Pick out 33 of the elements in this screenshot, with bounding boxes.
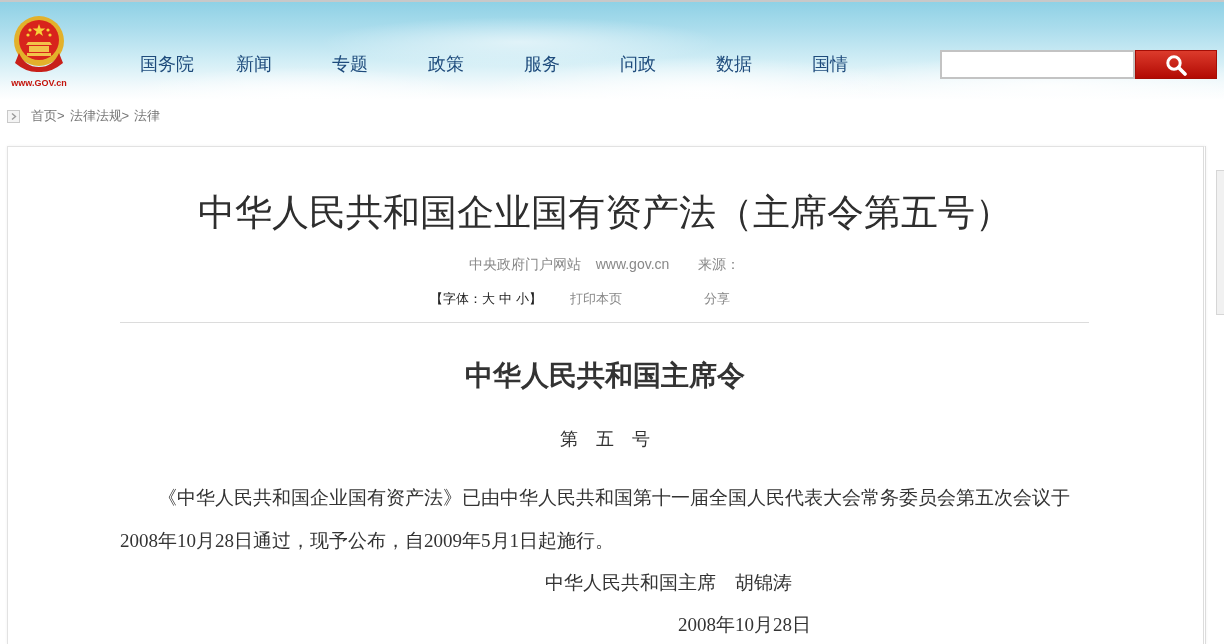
font-size-label: 【字体：	[429, 290, 482, 308]
search-field[interactable]	[940, 50, 1135, 79]
nav-link[interactable]: 数据	[716, 52, 752, 76]
font-size-link[interactable]: 小	[515, 289, 529, 309]
logo-text[interactable]: www.GOV.cn	[11, 78, 67, 88]
print-link[interactable]: 打印本页	[569, 289, 622, 309]
breadcrumb-link[interactable]: 法律法规>	[69, 107, 130, 125]
breadcrumb-link[interactable]: 法律	[134, 107, 161, 125]
font-size-link[interactable]: 中	[498, 289, 512, 309]
search-button[interactable]	[1135, 50, 1217, 79]
nav-link[interactable]: 新闻	[236, 52, 272, 76]
nav-link[interactable]: 国情	[812, 52, 848, 76]
nav-link[interactable]: 专题	[332, 52, 368, 76]
order-heading: 中华人民共和国主席令	[463, 359, 746, 393]
order-number: 第 五 号	[558, 428, 651, 451]
nav-link[interactable]: 问政	[620, 52, 656, 76]
chevron-icon	[7, 109, 20, 123]
article-title: 中华人民共和国企业国有资产法（主席令第五号）	[196, 191, 1013, 235]
bracket-text: 】	[528, 290, 542, 308]
breadcrumb-link[interactable]: 首页>	[31, 107, 65, 125]
search-icon	[1165, 53, 1187, 76]
body-paragraph: 《中华人民共和国企业国有资产法》已由中华人民共和国第十一届全国人民代表大会常务委员会第五次会议于2008年10月28日通过，现予公布，自2009年5月1日起施行。	[120, 486, 1071, 553]
nav-link[interactable]: 服务	[524, 52, 560, 76]
nav-link[interactable]: 国务院	[140, 52, 194, 76]
date-text: 2008年10月28日	[678, 613, 811, 637]
source-label: 来源：	[698, 255, 741, 274]
site-url: www.gov.cn	[595, 255, 670, 274]
signature-text: 中华人民共和国主席 胡锦涛	[545, 571, 792, 595]
nav-link[interactable]: 政策	[428, 52, 464, 76]
site-name: 中央政府门户网站	[468, 255, 581, 274]
font-size-link[interactable]: 大	[481, 289, 495, 309]
emblem-icon[interactable]	[11, 15, 67, 73]
share-link[interactable]: 分享	[703, 289, 730, 309]
